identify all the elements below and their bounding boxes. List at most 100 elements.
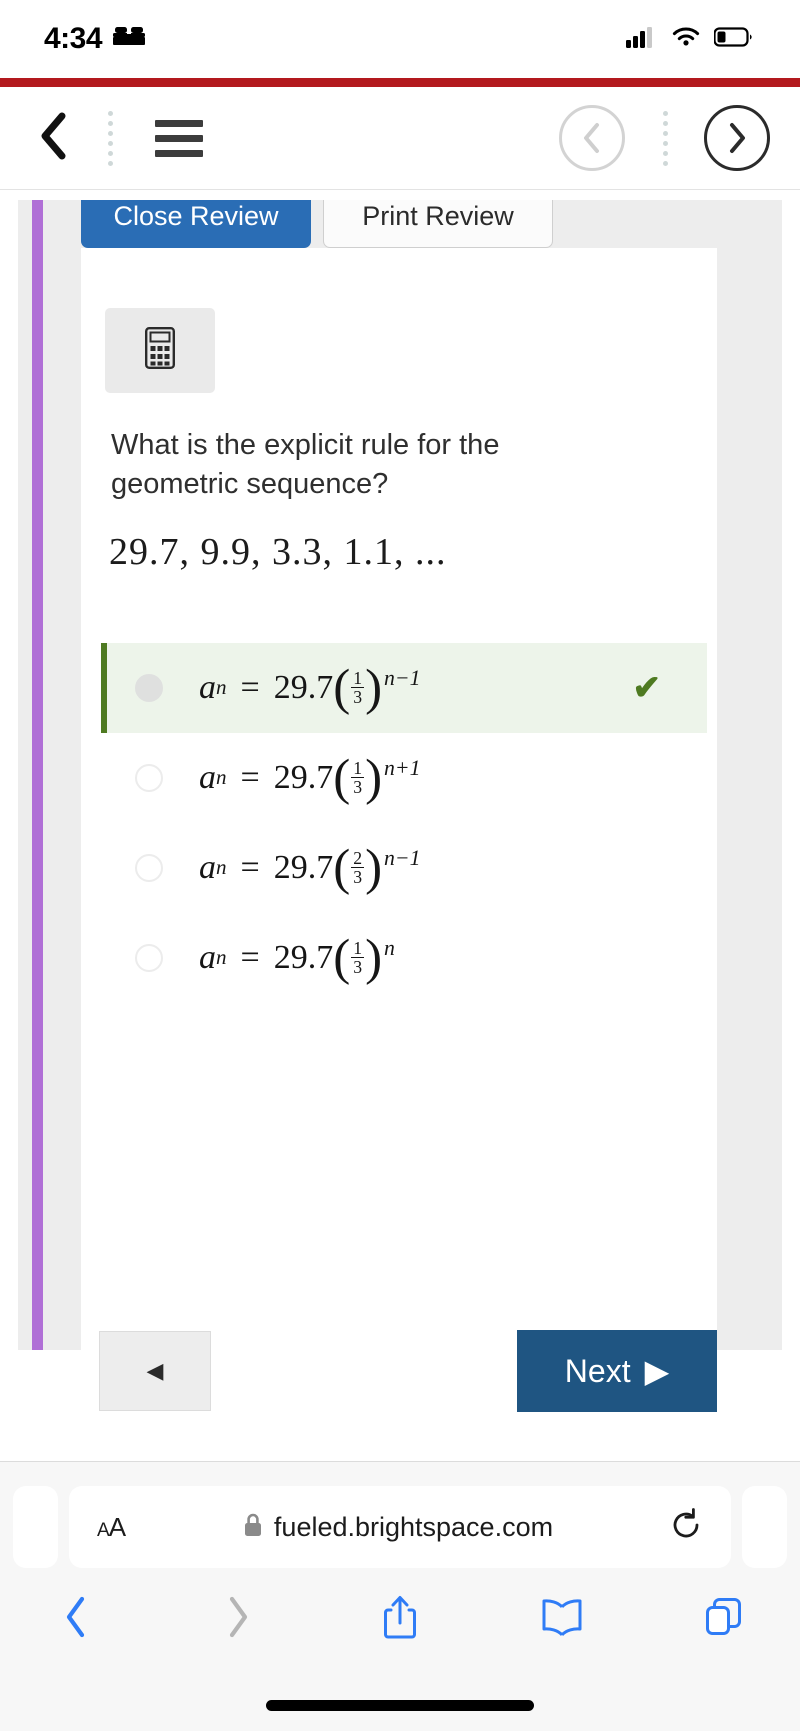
- url-display: fueled.brightspace.com: [125, 1512, 671, 1543]
- hamburger-menu-icon[interactable]: [155, 119, 203, 157]
- formula-coefficient: 29.7: [273, 938, 334, 976]
- formula-fraction-group: ( 1 3 ): [333, 659, 383, 716]
- status-bar-right: [626, 26, 754, 53]
- review-buttons-row: Close Review Print Review: [81, 200, 553, 248]
- formula-equals: =: [240, 668, 260, 706]
- calculator-button[interactable]: [105, 308, 215, 393]
- wifi-icon: [671, 26, 701, 53]
- formula-open-paren: (: [333, 659, 351, 716]
- browser-back-button[interactable]: [42, 1590, 110, 1648]
- battery-low-icon: [713, 26, 754, 53]
- share-button[interactable]: [366, 1590, 434, 1648]
- answer-option-d[interactable]: an = 29.7 ( 1 3 ) n: [101, 913, 707, 1003]
- ios-status-bar: 4:34: [0, 0, 800, 78]
- answer-formula-b: an = 29.7 ( 1 3 ) n+1: [199, 749, 421, 806]
- print-review-button[interactable]: Print Review: [323, 200, 553, 248]
- url-text: fueled.brightspace.com: [273, 1511, 554, 1542]
- next-arrow-icon: ▶: [644, 1353, 670, 1389]
- back-button[interactable]: [38, 112, 68, 165]
- vertical-dots-icon[interactable]: [108, 110, 113, 166]
- text-size-button[interactable]: AA: [97, 1511, 126, 1543]
- formula-close-paren: ): [365, 659, 383, 716]
- previous-question-button[interactable]: ◀: [99, 1331, 211, 1411]
- formula-close-paren: ): [365, 929, 383, 986]
- safari-bottom-bar: AA fueled.brightspace.com: [0, 1461, 800, 1731]
- formula-close-paren: ): [365, 749, 383, 806]
- formula-fraction: 2 3: [351, 847, 365, 887]
- home-indicator: [266, 1700, 534, 1711]
- formula-fraction: 1 3: [351, 937, 365, 977]
- text-size-large-a: A: [108, 1511, 126, 1542]
- book-icon: [540, 1597, 584, 1642]
- answer-option-b[interactable]: an = 29.7 ( 1 3 ) n+1: [101, 733, 707, 823]
- status-bar-left: 4:34: [44, 22, 146, 56]
- formula-exponent: n−1: [384, 665, 421, 690]
- url-bar-row: AA fueled.brightspace.com: [0, 1462, 800, 1568]
- status-bar-clock: 4:34: [44, 22, 103, 55]
- browser-forward-button[interactable]: [204, 1590, 272, 1648]
- web-content-viewport[interactable]: What is the explicit rule for the geomet…: [0, 190, 800, 1461]
- formula-fraction: 1 3: [351, 759, 365, 798]
- formula-equals: =: [240, 758, 260, 796]
- fraction-numerator: 2: [353, 847, 363, 868]
- formula-subscript: n: [216, 945, 227, 970]
- brand-accent-rule: [0, 78, 800, 87]
- radio-button-a[interactable]: [135, 674, 163, 702]
- previous-tab-edge[interactable]: [13, 1486, 58, 1568]
- vertical-dots-icon-secondary[interactable]: [663, 110, 668, 166]
- calculator-icon: [145, 327, 176, 374]
- next-question-button[interactable]: Next ▶: [517, 1330, 717, 1412]
- app-nav-right-group: [559, 87, 770, 189]
- answer-formula-a: an = 29.7 ( 1 3 ) n−1: [199, 659, 421, 716]
- formula-exponent: n−1: [384, 845, 421, 870]
- formula-variable: a: [199, 938, 216, 976]
- safari-toolbar: [0, 1568, 800, 1648]
- sequence-text: 29.7, 9.9, 3.3, 1.1, ...: [109, 531, 447, 573]
- close-review-button[interactable]: Close Review: [81, 200, 311, 248]
- course-color-bar: [32, 200, 43, 1350]
- formula-equals: =: [240, 848, 260, 886]
- app-nav-bar: [0, 87, 800, 190]
- share-icon: [382, 1593, 418, 1646]
- formula-fraction-group: ( 2 3 ): [333, 839, 383, 896]
- tabs-button[interactable]: [690, 1590, 758, 1648]
- fraction-denominator: 3: [351, 777, 365, 798]
- chevron-left-icon: [38, 112, 68, 165]
- circle-chevron-left-icon[interactable]: [559, 105, 625, 171]
- formula-equals: =: [240, 938, 260, 976]
- next-tab-edge[interactable]: [742, 1486, 787, 1568]
- bed-icon: [112, 25, 146, 53]
- formula-open-paren: (: [333, 749, 351, 806]
- reload-icon[interactable]: [671, 1507, 703, 1548]
- radio-button-b[interactable]: [135, 764, 163, 792]
- formula-open-paren: (: [333, 929, 351, 986]
- next-button-label: Next: [564, 1352, 631, 1389]
- radio-button-c[interactable]: [135, 854, 163, 882]
- formula-variable: a: [199, 848, 216, 886]
- fraction-numerator: 1: [353, 667, 363, 688]
- chevron-left-icon: [63, 1596, 89, 1643]
- formula-exponent: n: [384, 935, 395, 960]
- quiz-question-card: What is the explicit rule for the geomet…: [81, 248, 717, 1439]
- lock-icon: [243, 1512, 263, 1543]
- formula-variable: a: [199, 668, 216, 706]
- circle-chevron-right-icon[interactable]: [704, 105, 770, 171]
- answer-option-c[interactable]: an = 29.7 ( 2 3 ) n−1: [101, 823, 707, 913]
- text-size-small-a: A: [97, 1519, 110, 1541]
- cellular-signal-icon: [626, 26, 658, 53]
- formula-fraction-group: ( 1 3 ): [333, 749, 383, 806]
- phone-screen: 4:34 What is the explicit rule for the g…: [0, 0, 800, 1731]
- fraction-numerator: 1: [353, 937, 363, 958]
- address-bar[interactable]: AA fueled.brightspace.com: [69, 1486, 731, 1568]
- radio-button-d[interactable]: [135, 944, 163, 972]
- chevron-right-icon: [225, 1596, 251, 1643]
- formula-exponent: n+1: [384, 755, 421, 780]
- question-text: What is the explicit rule for the geomet…: [111, 429, 500, 500]
- formula-subscript: n: [216, 855, 227, 880]
- bookmarks-button[interactable]: [528, 1590, 596, 1648]
- check-icon: ✔: [632, 669, 662, 707]
- formula-coefficient: 29.7: [273, 848, 334, 886]
- answer-option-a[interactable]: an = 29.7 ( 1 3 ) n−1 ✔: [101, 643, 707, 733]
- formula-close-paren: ): [365, 839, 383, 896]
- formula-open-paren: (: [333, 839, 351, 896]
